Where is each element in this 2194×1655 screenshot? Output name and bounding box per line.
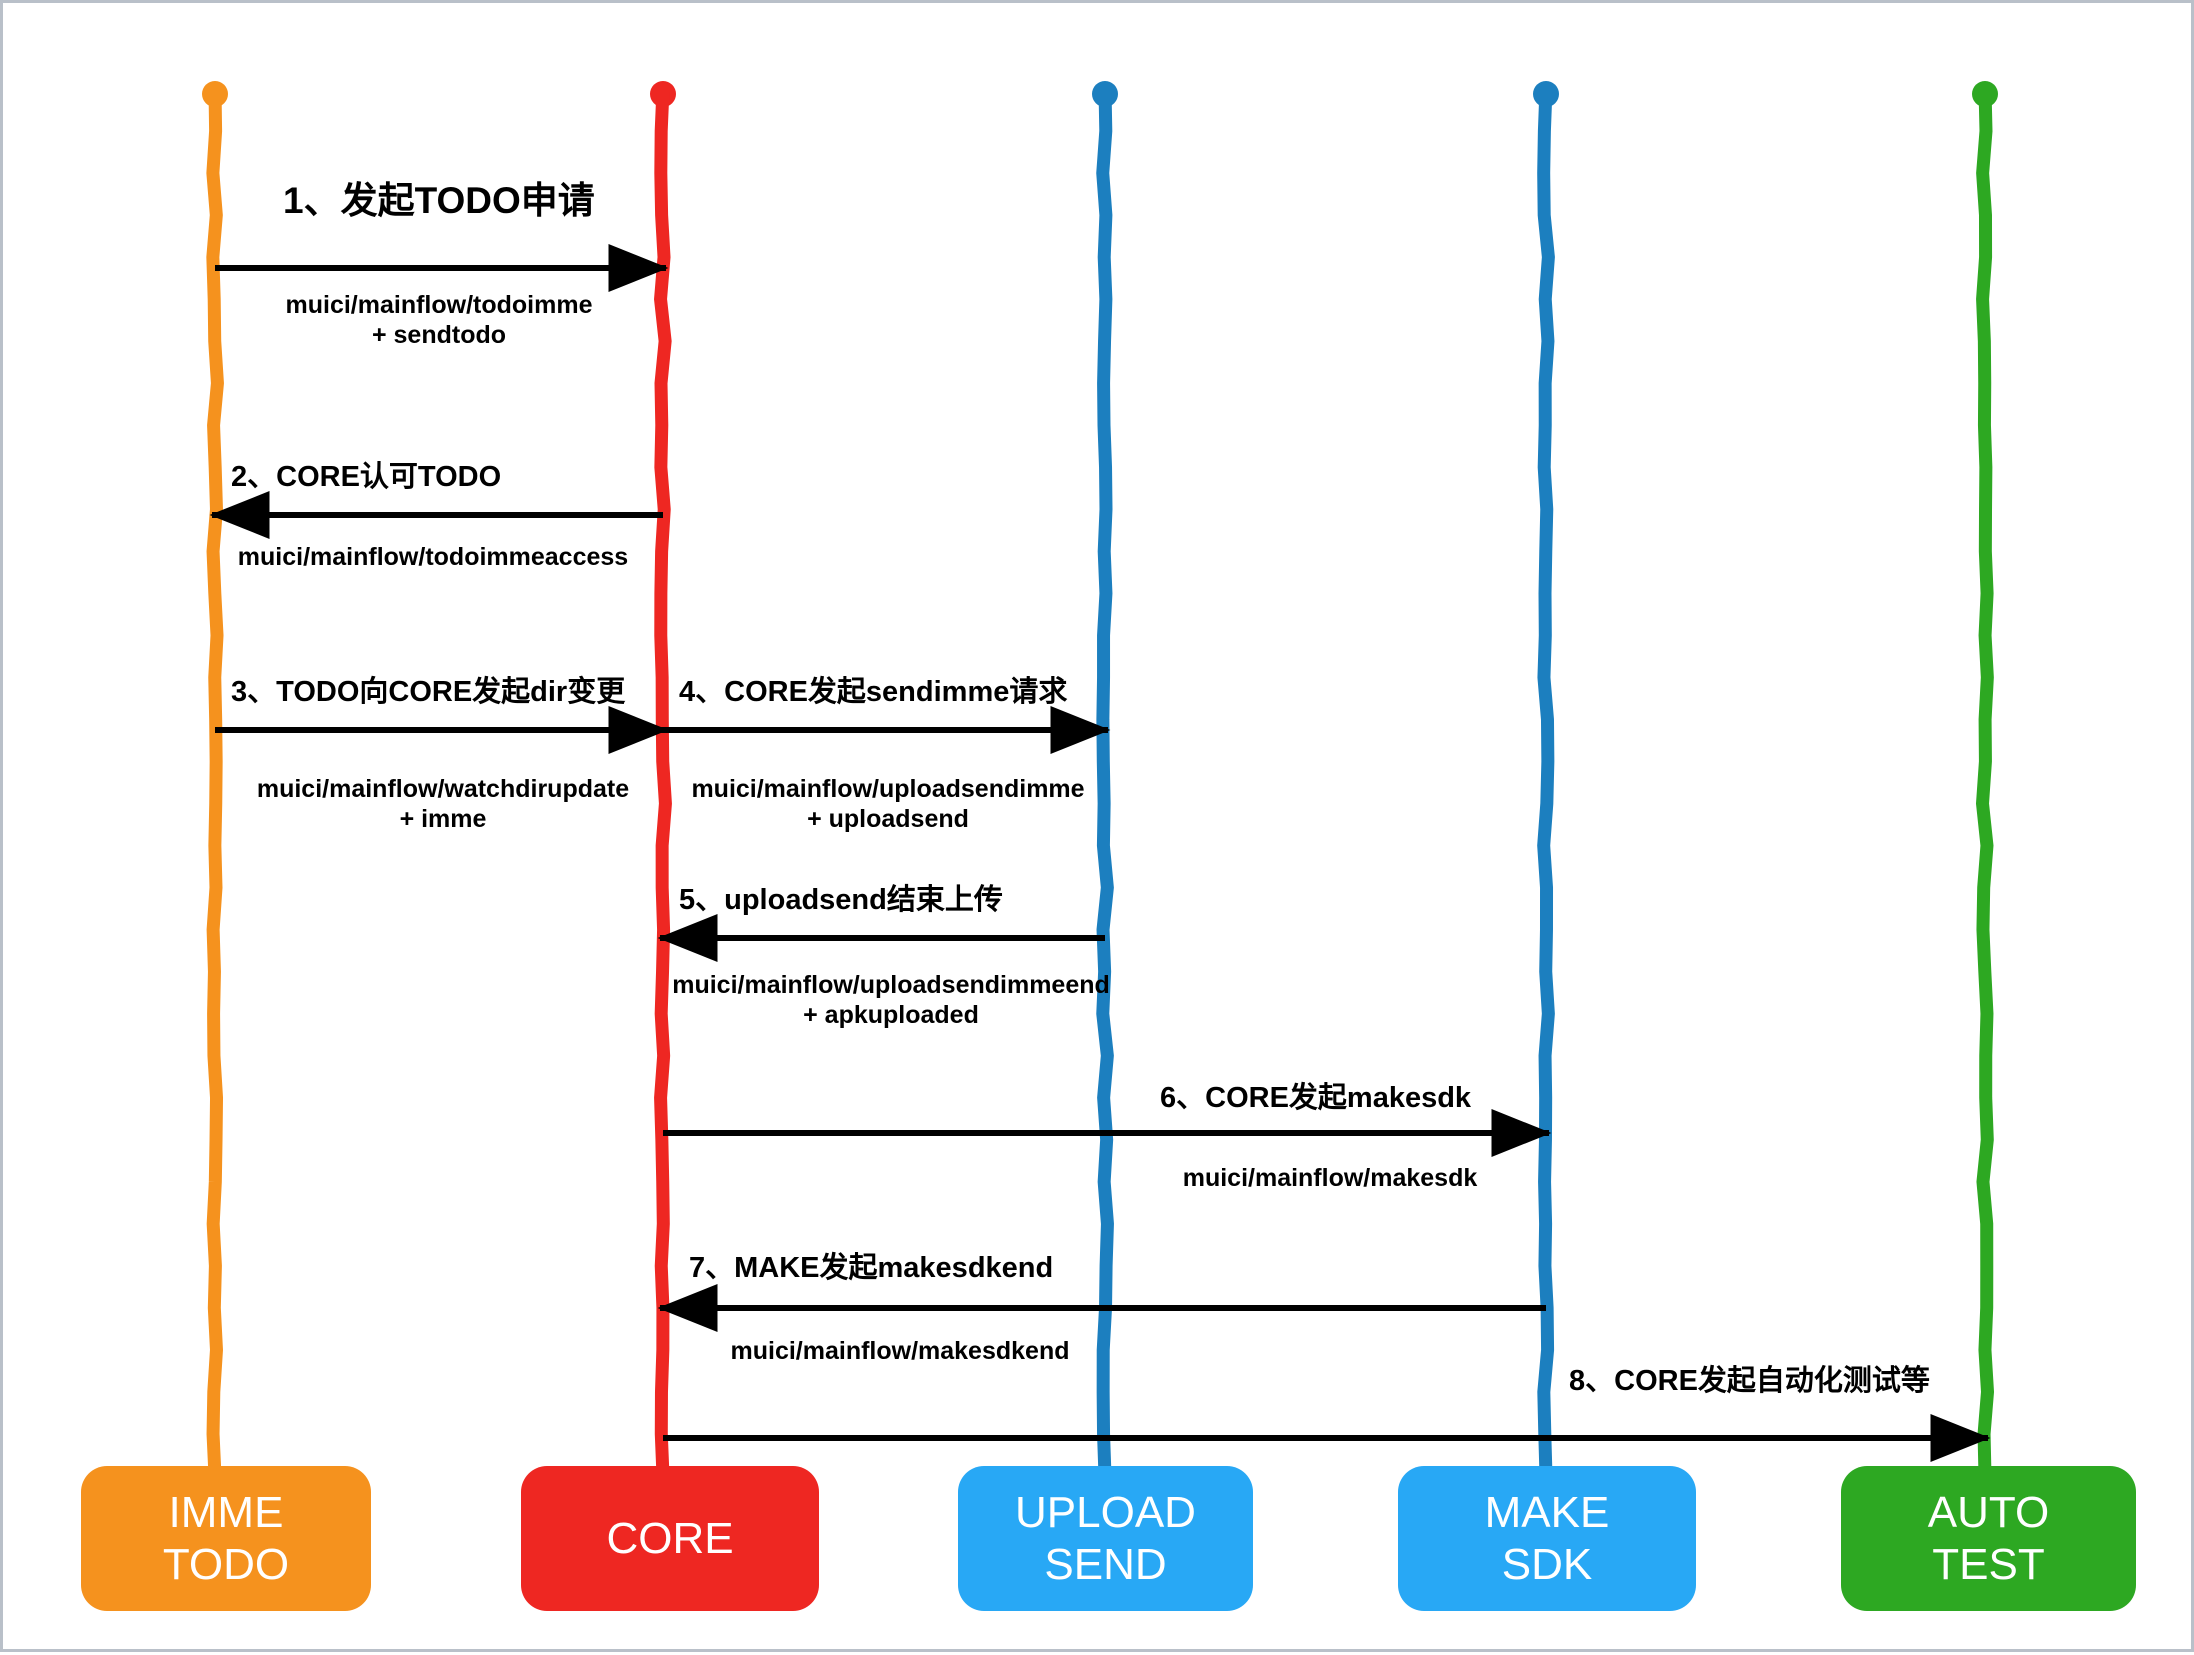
actor-label-line: SEND [1044, 1539, 1167, 1589]
lifeline-auto-test [1972, 81, 1998, 1483]
actor-label-upload-send: UPLOAD SEND [958, 1466, 1253, 1611]
message-title-3: 3、TODO向CORE发起dir变更 [231, 676, 626, 708]
message-title-6: 6、CORE发起makesdk [1160, 1082, 1472, 1114]
actor-label-line: CORE [606, 1513, 734, 1563]
message-title-7: 7、MAKE发起makesdkend [689, 1252, 1054, 1284]
message-endpoint-label-6: muici/mainflow/makesdk [1182, 1164, 1478, 1192]
actor-label-line: TEST [1932, 1539, 2045, 1589]
diagram-canvas: IMME TODO CORE UPLOAD SEND MAKE SDK AUTO TEST 1、发… [0, 0, 2194, 1652]
message-title-1: 1、发起TODO申请 [283, 180, 595, 221]
actor-label-line: TODO [162, 1539, 290, 1589]
message-endpoint-label-7: muici/mainflow/makesdkend [730, 1337, 1070, 1365]
message-title-5: 5、uploadsend结束上传 [679, 884, 1003, 916]
actor-label-line: AUTO [1927, 1488, 2050, 1538]
actor-label-core: CORE [521, 1466, 819, 1611]
actor-label-line: MAKE [1484, 1488, 1610, 1538]
message-title-4: 4、CORE发起sendimme请求 [679, 676, 1068, 708]
actor-label-line: IMME [168, 1488, 284, 1538]
message-endpoint-label-4: muici/mainflow/uploadsendimme + uploadse… [691, 775, 1085, 833]
message-title-2: 2、CORE认可TODO [231, 461, 502, 493]
actor-label-line: UPLOAD [1015, 1488, 1196, 1538]
message-title-8: 8、CORE发起自动化测试等 [1569, 1365, 1930, 1397]
actor-label-imme-todo: IMME TODO [81, 1466, 371, 1611]
actor-label-auto-test: AUTO TEST [1841, 1466, 2136, 1611]
actor-label-make-sdk: MAKE SDK [1398, 1466, 1696, 1611]
message-endpoint-label-5: muici/mainflow/uploadsendimmeend + apkup… [672, 971, 1110, 1029]
message-endpoint-label-2: muici/mainflow/todoimmeaccess [237, 543, 629, 571]
message-endpoint-label-1: muici/mainflow/todoimme + sendtodo [285, 291, 593, 349]
lifeline-make-sdk [1533, 81, 1559, 1483]
actor-label-line: SDK [1501, 1539, 1593, 1589]
